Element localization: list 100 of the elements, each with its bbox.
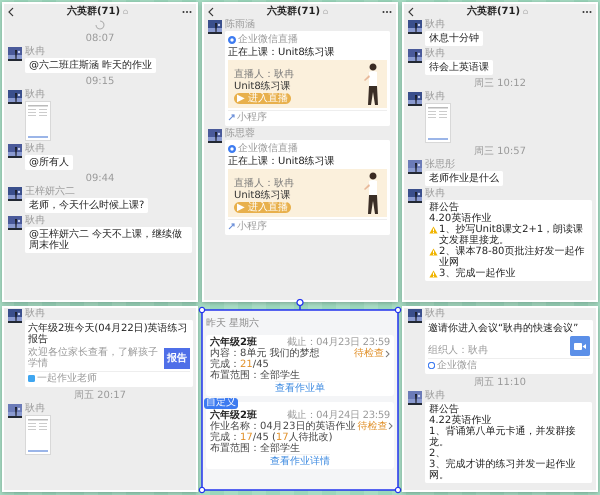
- announcement-line: 4.20英语作业: [429, 213, 492, 224]
- message-bubble: 待会上英语课: [425, 60, 493, 75]
- message-bubble: @所有人: [25, 155, 73, 170]
- view-homework-link[interactable]: 查看作业单: [275, 381, 325, 394]
- card-description: 组织人：耿冉: [428, 345, 488, 356]
- sender-name: 耿冉: [25, 47, 45, 57]
- announcement-line: 2、课本78-80页批注好发一起作业网: [439, 246, 586, 268]
- warning-icon: [429, 270, 438, 278]
- message-bubble: @六二班庄斯涵 昨天的作业: [25, 58, 156, 73]
- card-source: 一起作业老师: [37, 373, 97, 384]
- announcement-line: 群公告: [429, 404, 459, 415]
- class-name: 六年级2班: [210, 337, 257, 348]
- host-name: 直播人：耿冉: [234, 178, 294, 189]
- screenshot-thumbnail: [425, 103, 451, 143]
- back-icon[interactable]: [208, 6, 214, 16]
- app-logo-icon: [428, 362, 435, 369]
- more-icon[interactable]: [182, 10, 192, 14]
- timestamp: 09:44: [86, 173, 114, 184]
- homework-detail: 作业名称：04月23日的英语作业: [210, 420, 356, 432]
- sender-name: 张思彤: [425, 160, 455, 170]
- announcement-line: 群公告: [429, 202, 459, 213]
- bell-icon: [322, 8, 330, 15]
- bell-icon: [122, 8, 130, 15]
- more-icon[interactable]: [582, 10, 592, 14]
- sender-name: 陈雨涵: [225, 20, 255, 30]
- sender-name: 耿冉: [425, 92, 445, 102]
- link-icon: [228, 114, 235, 121]
- chevron-right-icon: [388, 422, 394, 430]
- app-logo-icon: [228, 144, 236, 152]
- warning-icon: [429, 226, 438, 234]
- deadline: 截止：04月24日 23:59: [287, 410, 390, 420]
- homework-tag: 自定义: [204, 398, 238, 408]
- sender-name: 耿冉: [25, 309, 45, 319]
- card-title: 邀请你进入会议“耿冉的快速会议”: [428, 323, 580, 334]
- sender-name: 耿冉: [425, 391, 445, 401]
- card-source: 小程序: [237, 112, 267, 123]
- status-link[interactable]: 待检查: [354, 348, 390, 359]
- sender-name: 耿冉: [425, 309, 445, 319]
- message-bubble: @王梓妍六二 今天不上课，继续做周末作业: [25, 227, 192, 253]
- video-camera-icon: [570, 336, 590, 356]
- screenshot-thumbnail: [25, 415, 51, 455]
- back-icon[interactable]: [408, 6, 414, 16]
- chat-title: 六英群(71): [466, 6, 520, 17]
- timestamp: 周三 10:12: [474, 78, 526, 89]
- sender-name: 耿冉: [25, 144, 45, 154]
- sender-name: 王梓妍六二: [25, 187, 75, 197]
- enter-live-button[interactable]: ▶ 进入直播: [234, 93, 291, 104]
- card-description: 欢迎各位家长查看，了解孩子学情: [28, 347, 159, 369]
- chevron-right-icon: [385, 350, 390, 358]
- enter-live-button[interactable]: ▶ 进入直播: [234, 202, 291, 213]
- link-icon: [228, 223, 235, 230]
- announcement-line: 1、背诵第八单元卡通，并发群接龙。: [429, 426, 576, 448]
- host-name: 直播人：耿冉: [234, 69, 294, 80]
- announcement-line: 1、抄写Unit8课文2+1，朗读课文发群里接龙。: [439, 224, 584, 246]
- card-title: 正在上课：Unit8练习课: [228, 47, 336, 58]
- sender-name: 耿冉: [25, 90, 45, 100]
- sender-name: 耿冉: [425, 20, 445, 30]
- chat-title: 六英群(71): [266, 6, 320, 17]
- assign-scope: 布置范围：全部学生: [210, 370, 301, 381]
- announcement-line: 3、完成一起作业: [439, 268, 516, 279]
- card-source: 小程序: [237, 221, 267, 232]
- status-link[interactable]: 待检查: [357, 420, 394, 432]
- app-name: 企业微信直播: [238, 34, 298, 45]
- assign-scope: 布置范围：全部学生: [210, 442, 301, 454]
- timestamp: 周五 20:17: [74, 390, 126, 401]
- completion-count: 完成：21/45: [210, 359, 270, 370]
- meeting-card[interactable]: 邀请你进入会议“耿冉的快速会议” 组织人：耿冉 企业微信: [425, 320, 593, 374]
- sender-name: 耿冉: [25, 404, 45, 414]
- back-icon[interactable]: [8, 6, 14, 16]
- live-card[interactable]: 企业微信直播 正在上课：Unit8练习课 直播人：耿冉 Unit8练习课 ▶ 进入直播 小程序: [225, 140, 390, 235]
- class-name: 六年级2班: [210, 410, 257, 420]
- card-title: 正在上课：Unit8练习课: [228, 156, 336, 167]
- more-icon[interactable]: [382, 10, 392, 14]
- sender-name: 耿冉: [425, 49, 445, 59]
- live-card[interactable]: 企业微信直播 正在上课：Unit8练习课 直播人：耿冉 Unit8练习课 ▶ 进入直播 小程序: [225, 31, 390, 126]
- announcement-line: 4.22英语作业: [429, 415, 492, 426]
- announcement-line: 3、完成才讲的练习并发一起作业网。: [429, 459, 576, 481]
- report-thumbnail: 报告: [164, 348, 190, 369]
- date-label: 昨天 星期六: [206, 318, 260, 329]
- sender-name: 陈思蓉: [225, 129, 255, 139]
- course-title: Unit8练习课: [234, 81, 291, 92]
- app-logo-icon: [28, 375, 35, 382]
- view-homework-link[interactable]: 查看作业详情: [270, 454, 330, 466]
- sender-name: 耿冉: [425, 189, 445, 199]
- message-bubble: 休息十分钟: [425, 31, 483, 46]
- message-bubble: 老师，今天什么时候上课?: [25, 198, 148, 213]
- message-bubble: 老师作业是什么: [425, 171, 503, 186]
- card-source: 企业微信: [437, 360, 477, 371]
- deadline: 截止：04月23日 23:59: [287, 337, 390, 348]
- card-title: 六年级2班今天(04月22日)英语练习报告: [28, 323, 189, 345]
- app-name: 企业微信直播: [238, 143, 298, 154]
- warning-icon: [429, 248, 438, 256]
- timestamp: 周五 11:10: [474, 377, 526, 388]
- bell-icon: [522, 8, 530, 15]
- app-logo-icon: [228, 36, 236, 44]
- timestamp: 周三 10:57: [474, 146, 526, 157]
- woman-figure-drawing: [363, 62, 381, 106]
- homework-detail: 内容：8单元 我们的梦想: [210, 348, 320, 359]
- completion-count: 完成：17/45 (17人待批改): [210, 432, 334, 442]
- screenshot-thumbnail: [25, 101, 51, 141]
